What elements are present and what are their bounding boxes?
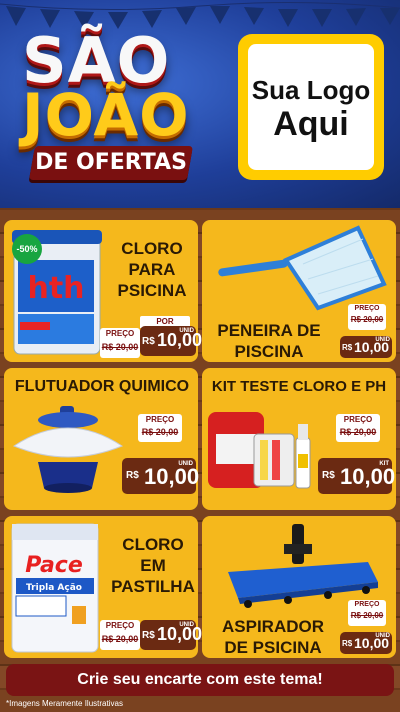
price-box: R$ 10,00 UNID	[122, 458, 200, 494]
unit: KIT	[379, 461, 389, 467]
old-price-box: PREÇO R$ 20,00	[100, 620, 140, 650]
cta-create-flyer-button[interactable]: Crie seu encarte com este tema!	[6, 664, 394, 696]
product-card-aspirador[interactable]: ASPIRADOR DE PSICINA PREÇO R$ 20,00 R$ 1…	[202, 516, 396, 658]
product-name: ASPIRADOR DE PSICINA	[221, 617, 324, 657]
footnote: *Imagens Meramente Ilustrativas	[6, 699, 123, 708]
price: 10,00	[340, 464, 396, 489]
old-price-box: PREÇO R$ 20,00	[348, 304, 386, 330]
pool-vacuum-head-image	[228, 524, 378, 608]
logo-placeholder[interactable]: Sua Logo Aqui	[238, 34, 384, 180]
pace-brand: Pace	[25, 553, 83, 578]
chemical-floater-image	[12, 406, 124, 493]
product-name: KIT TESTE CLORO E PH	[211, 378, 387, 395]
unit: UNID	[178, 461, 193, 467]
currency: R$	[322, 470, 335, 481]
old-price-label: PREÇO	[145, 415, 175, 424]
unit: UNID	[179, 622, 194, 628]
title-de-ofertas-ribbon: DE OFERTAS	[29, 146, 193, 180]
old-price-box: PREÇO R$ 20,00	[348, 600, 386, 626]
old-price: R$ 20,00	[141, 427, 179, 437]
product-name: FLUTUADOR QUIMICO	[14, 378, 190, 395]
product-card-peneira[interactable]: PENEIRA DE PISCINA PREÇO R$ 20,00 R$ 10,…	[202, 220, 396, 362]
old-price-label: PREÇO	[105, 329, 135, 338]
unit: UNID	[375, 337, 390, 343]
price-box: R$ 10,00 UNID	[140, 620, 202, 650]
product-card-pastilha[interactable]: Pace Tripla Ação CLORO EM PASTILHA PREÇO…	[4, 516, 202, 658]
test-kit-image	[208, 412, 311, 489]
product-card-cloro[interactable]: hth -50% CLORO PARA PSICINA POR PREÇO R$…	[4, 220, 202, 362]
old-price: R$ 20,00	[350, 315, 384, 324]
pool-skimmer-net-image	[218, 225, 387, 311]
title-de-ofertas: DE OFERTAS	[35, 150, 187, 175]
old-price-box: PREÇO R$ 20,00	[336, 414, 380, 442]
old-price-label: PREÇO	[354, 601, 380, 608]
old-price-label: PREÇO	[343, 415, 373, 424]
price: 10,00	[144, 464, 200, 489]
tripla-acao: Tripla Ação	[26, 583, 82, 593]
discount-badge: -50%	[12, 234, 42, 264]
currency: R$	[342, 639, 353, 648]
currency: R$	[126, 470, 139, 481]
unit: UNID	[375, 633, 390, 639]
currency: R$	[142, 336, 155, 347]
old-price-box: PREÇO R$ 20,00	[100, 328, 140, 358]
product-name: CLORO EM PASTILHA	[111, 535, 195, 596]
product-card-kit-teste[interactable]: KIT TESTE CLORO E PH PREÇO R$ 20,00 R$ 1…	[202, 368, 396, 510]
old-price: R$ 20,00	[101, 634, 139, 644]
old-price-label: PREÇO	[354, 305, 380, 312]
currency: R$	[142, 630, 155, 641]
title-joao: JOÃO	[22, 81, 190, 149]
header-banner: SÃO JOÃO DE OFERTAS Sua Logo Aqui	[0, 0, 400, 208]
price-box: R$ 10,00 UNID	[340, 632, 392, 654]
price-box: R$ 10,00 UNID	[140, 326, 202, 356]
product-name: PENEIRA DE PISCINA	[217, 321, 321, 361]
old-price: R$ 20,00	[101, 342, 139, 352]
logo-text-line1: Sua Logo	[251, 75, 371, 105]
chlorine-tablets-bag-image: Pace Tripla Ação	[11, 523, 99, 653]
currency: R$	[342, 343, 353, 352]
product-name: CLORO PARA PSICINA	[117, 239, 187, 300]
hth-brand: hth	[27, 271, 84, 306]
price-box: R$ 10,00 KIT	[318, 458, 396, 494]
product-card-flutuador[interactable]: FLUTUADOR QUIMICO PREÇO R$ 20,00 R$ 10,0…	[4, 368, 200, 510]
logo-placeholder-inner: Sua Logo Aqui	[248, 44, 374, 170]
unit: UNID	[179, 328, 194, 334]
logo-text-line2: Aqui	[273, 105, 349, 143]
old-price-box: PREÇO R$ 20,00	[138, 414, 182, 442]
price-box: R$ 10,00 UNID	[340, 336, 392, 358]
old-price-label: PREÇO	[105, 621, 135, 630]
old-price: R$ 20,00	[339, 427, 377, 437]
old-price: R$ 20,00	[350, 611, 384, 620]
